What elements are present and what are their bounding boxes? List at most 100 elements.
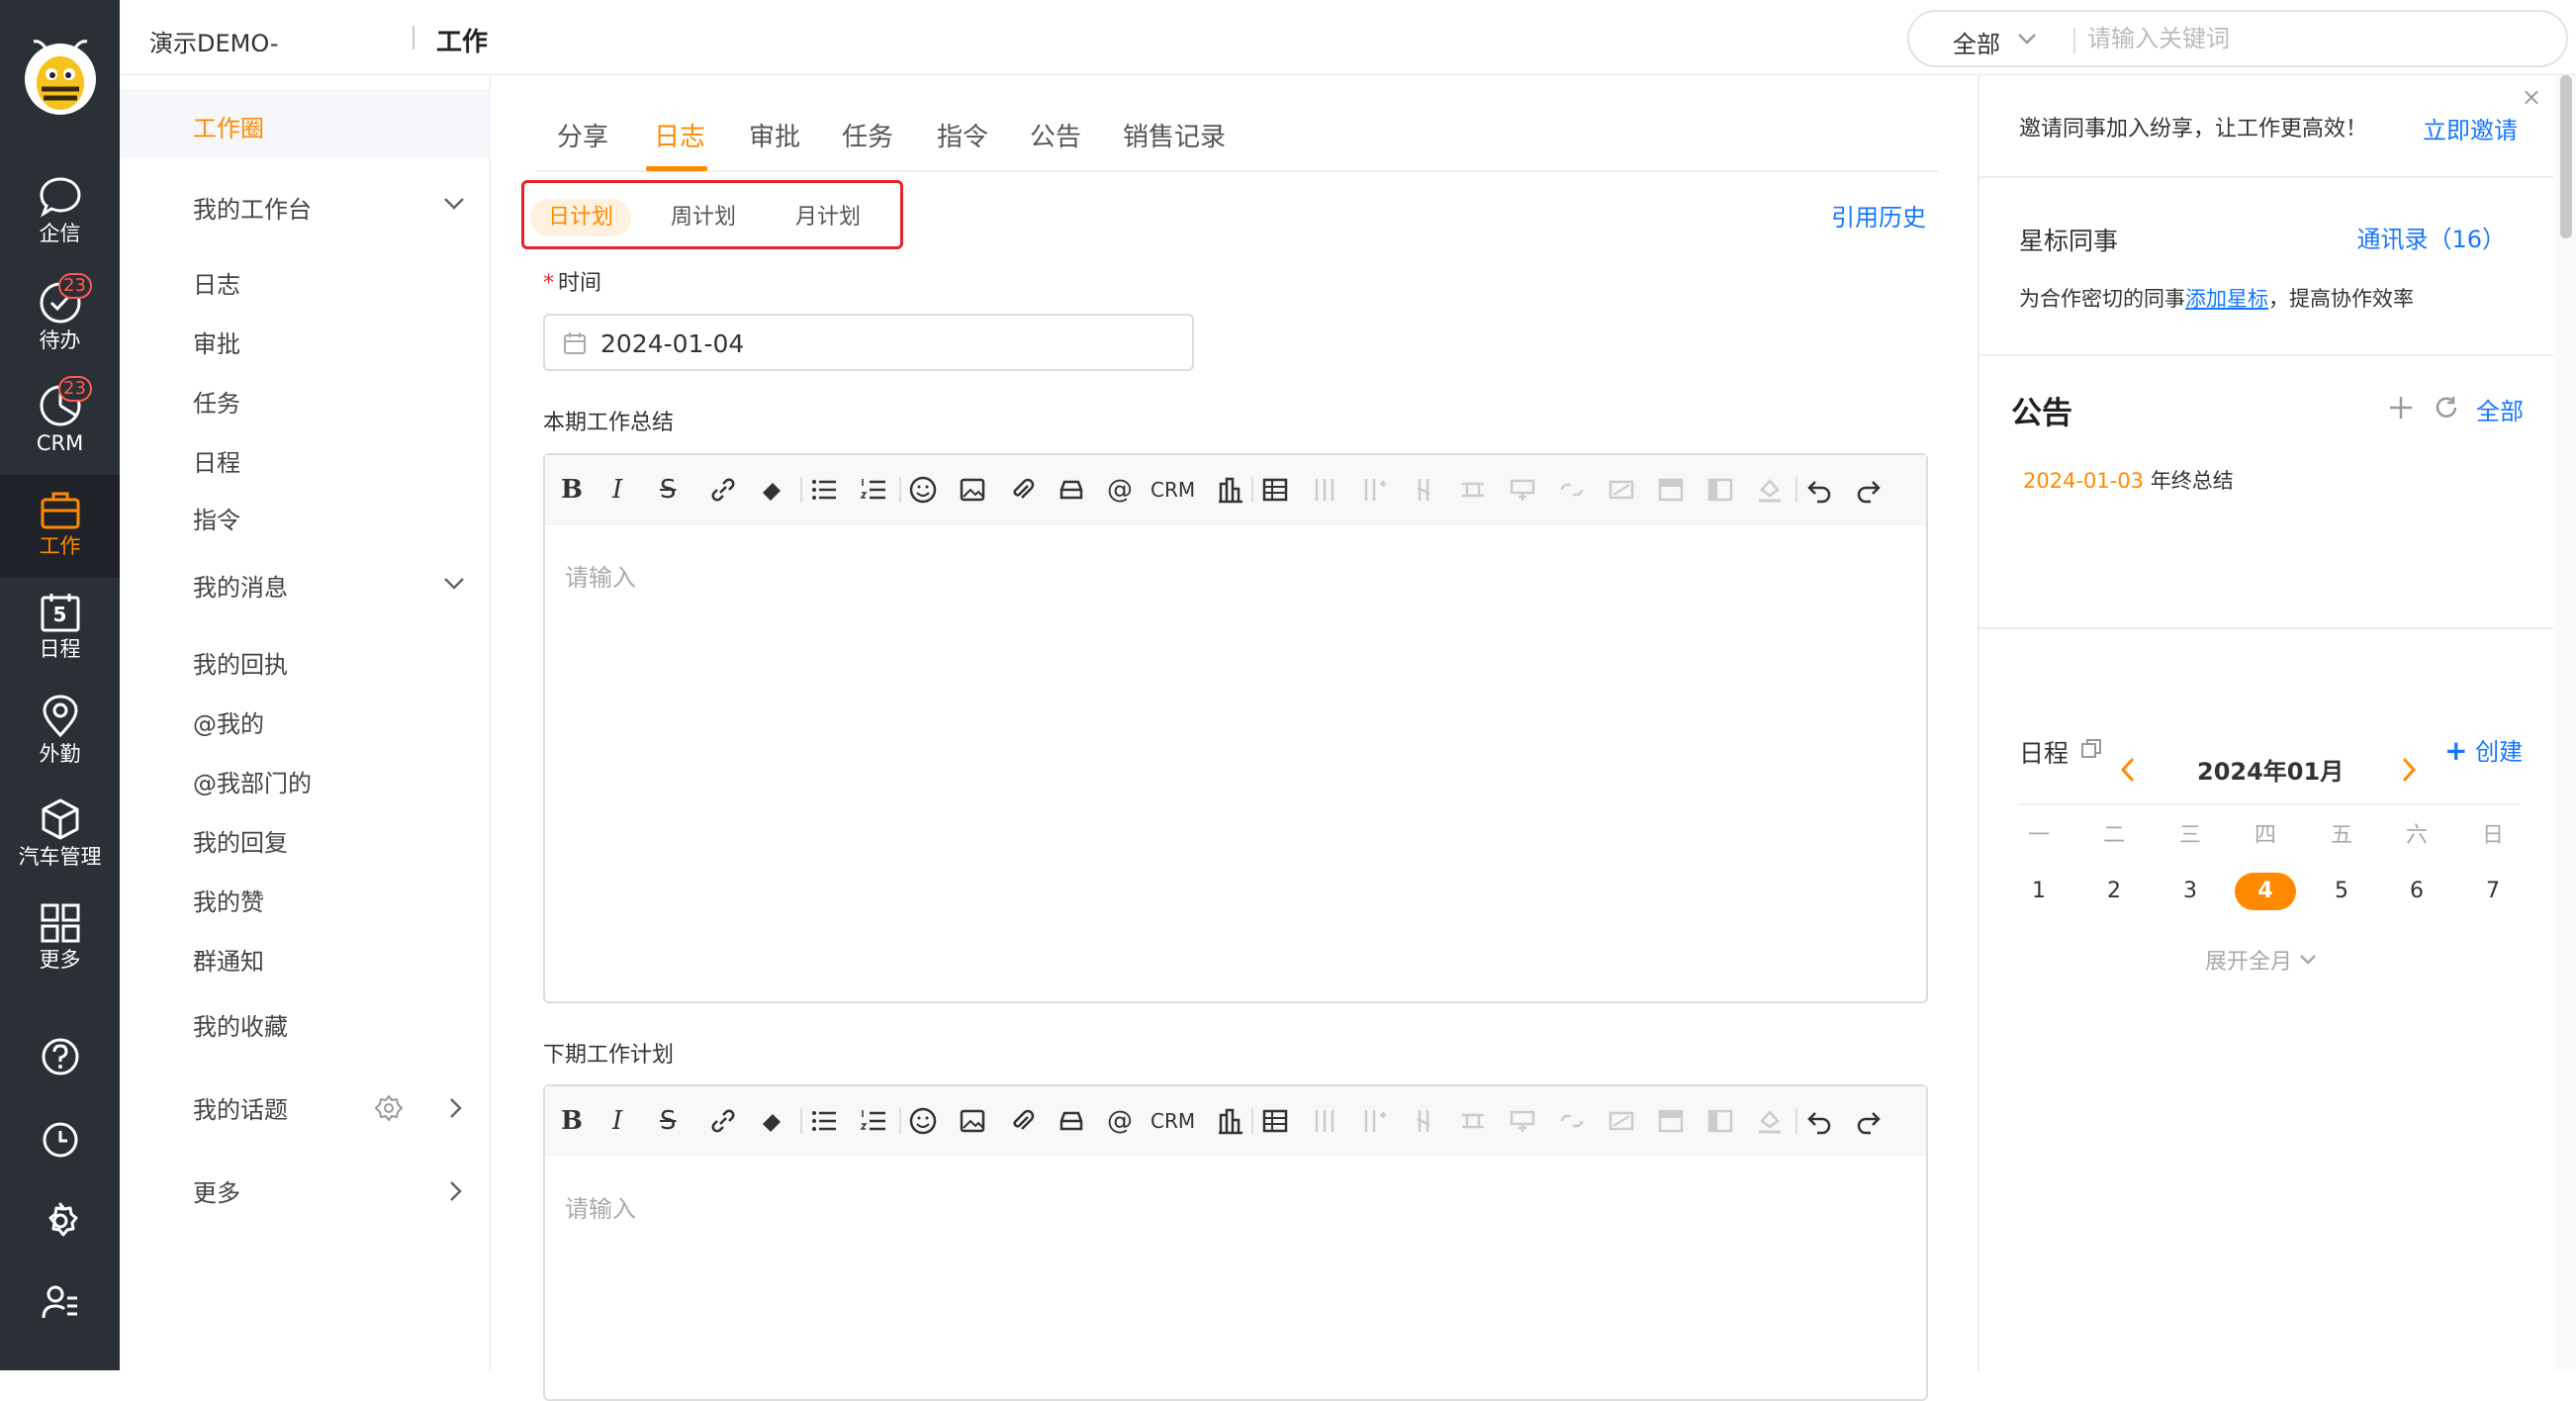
search-bar[interactable]: 全部 — [1907, 10, 2568, 67]
undo-icon[interactable] — [1805, 476, 1833, 504]
strikethrough-icon[interactable]: S — [660, 1106, 677, 1136]
plus-icon[interactable] — [2387, 394, 2415, 421]
calendar-day[interactable]: 6 — [2386, 873, 2447, 910]
italic-icon[interactable]: I — [612, 475, 622, 505]
chart-icon[interactable] — [1218, 476, 1243, 504]
link-icon[interactable] — [709, 476, 737, 504]
app-logo-icon[interactable] — [22, 36, 99, 117]
rail-item-chat[interactable]: 企信 — [0, 176, 120, 245]
mention-icon[interactable]: @ — [1107, 475, 1133, 505]
calendar-day[interactable]: 2 — [2083, 873, 2145, 910]
tab-instruction[interactable]: 指令 — [937, 117, 988, 153]
link-icon[interactable] — [709, 1107, 737, 1135]
nav-group-my-messages[interactable]: 我的消息 — [193, 568, 288, 603]
nav-item-more[interactable]: 更多 — [193, 1173, 240, 1208]
nav-item-work-circle[interactable]: 工作圈 — [120, 89, 491, 158]
eraser-icon[interactable] — [759, 476, 786, 504]
next-plan-editor[interactable]: B I S @ CRM 请输入 — [543, 1084, 1928, 1401]
nav-item-likes[interactable]: 我的赞 — [193, 883, 264, 917]
close-icon[interactable]: × — [2522, 83, 2541, 111]
tab-task[interactable]: 任务 — [842, 117, 893, 153]
chevron-down-icon[interactable] — [2016, 32, 2038, 46]
scrollbar[interactable] — [2555, 75, 2576, 1370]
rail-item-car[interactable]: 汽车管理 — [0, 797, 120, 869]
user-list-icon[interactable] — [41, 1282, 80, 1322]
strikethrough-icon[interactable]: S — [660, 475, 677, 505]
contacts-link[interactable]: 通讯录（16） — [2356, 220, 2506, 254]
table-icon[interactable] — [1261, 476, 1289, 504]
eraser-icon[interactable] — [759, 1107, 786, 1135]
clock-icon[interactable] — [41, 1120, 80, 1160]
bold-icon[interactable]: B — [561, 1106, 583, 1136]
settings-icon[interactable] — [41, 1201, 80, 1241]
tab-notice[interactable]: 公告 — [1030, 117, 1081, 153]
rail-item-more[interactable]: 更多 — [0, 902, 120, 972]
crm-icon[interactable]: CRM — [1150, 476, 1195, 504]
nav-item-schedule[interactable]: 日程 — [193, 443, 240, 478]
plan-daily-button[interactable]: 日计划 — [530, 199, 632, 236]
calendar-day[interactable]: 1 — [2008, 873, 2070, 910]
chevron-down-icon[interactable] — [442, 576, 466, 592]
chevron-right-icon[interactable] — [448, 1096, 464, 1120]
nav-item-group-notice[interactable]: 群通知 — [193, 942, 264, 977]
nav-item-dept-mentions[interactable]: @我部门的 — [193, 764, 312, 798]
tab-share[interactable]: 分享 — [557, 117, 608, 153]
rail-item-todo[interactable]: 23 待办 — [0, 273, 120, 352]
attachment-icon[interactable] — [1008, 476, 1036, 504]
nav-item-topics[interactable]: 我的话题 — [193, 1090, 288, 1125]
attachment-icon[interactable] — [1008, 1107, 1036, 1135]
tab-sales-record[interactable]: 销售记录 — [1123, 117, 1226, 153]
image-icon[interactable] — [959, 1107, 986, 1135]
rail-item-schedule[interactable]: 5 日程 — [0, 592, 120, 661]
nav-group-my-workbench[interactable]: 我的工作台 — [193, 190, 312, 225]
storage-icon[interactable] — [1058, 1107, 1085, 1135]
nav-item-receipts[interactable]: 我的回执 — [193, 645, 288, 680]
crm-icon[interactable]: CRM — [1150, 1107, 1195, 1135]
add-star-link[interactable]: 添加星标 — [2185, 287, 2268, 311]
rail-item-work[interactable]: 工作 — [0, 475, 120, 578]
calendar-day[interactable]: 5 — [2311, 873, 2372, 910]
undo-icon[interactable] — [1805, 1107, 1833, 1135]
chevron-down-icon[interactable] — [442, 196, 466, 212]
calendar-day[interactable]: 3 — [2160, 873, 2221, 910]
chart-icon[interactable] — [1218, 1107, 1243, 1135]
create-schedule-link[interactable]: + 创建 — [2444, 732, 2523, 767]
chevron-left-icon[interactable] — [2118, 756, 2138, 784]
calendar-day[interactable]: 7 — [2462, 873, 2524, 910]
nav-item-replies[interactable]: 我的回复 — [193, 823, 288, 858]
nav-item-task[interactable]: 任务 — [193, 384, 240, 419]
tab-approval[interactable]: 审批 — [749, 117, 800, 153]
numbered-list-icon[interactable] — [860, 1107, 887, 1135]
mention-icon[interactable]: @ — [1107, 1106, 1133, 1136]
bullet-list-icon[interactable] — [810, 476, 838, 504]
nav-item-instruction[interactable]: 指令 — [193, 501, 240, 535]
table-icon[interactable] — [1261, 1107, 1289, 1135]
scrollbar-thumb[interactable] — [2560, 75, 2572, 238]
chevron-right-icon[interactable] — [448, 1179, 464, 1203]
settings-icon[interactable] — [375, 1094, 403, 1122]
redo-icon[interactable] — [1855, 476, 1883, 504]
notice-item[interactable]: 2024-01-03 年终总结 — [2023, 465, 2234, 495]
help-icon[interactable] — [41, 1037, 80, 1076]
rail-item-field[interactable]: 外勤 — [0, 695, 120, 766]
tab-log[interactable]: 日志 — [654, 117, 705, 153]
date-field[interactable]: 2024-01-04 — [543, 314, 1194, 371]
search-scope-select[interactable]: 全部 — [1953, 25, 2000, 59]
copy-icon[interactable] — [2080, 738, 2102, 760]
history-link[interactable]: 引用历史 — [1831, 198, 1926, 233]
nav-item-mentions[interactable]: @我的 — [193, 704, 264, 739]
nav-item-log[interactable]: 日志 — [193, 265, 240, 300]
plan-weekly-button[interactable]: 周计划 — [653, 199, 754, 236]
nav-item-approval[interactable]: 审批 — [193, 325, 240, 359]
invite-now-link[interactable]: 立即邀请 — [2423, 111, 2518, 145]
search-input[interactable] — [2087, 22, 2542, 57]
emoji-icon[interactable] — [909, 1107, 937, 1135]
redo-icon[interactable] — [1855, 1107, 1883, 1135]
nav-item-favorites[interactable]: 我的收藏 — [193, 1007, 288, 1042]
bullet-list-icon[interactable] — [810, 1107, 838, 1135]
italic-icon[interactable]: I — [612, 1106, 622, 1136]
emoji-icon[interactable] — [909, 476, 937, 504]
calendar-day-today[interactable]: 4 — [2235, 873, 2296, 910]
summary-editor[interactable]: B I S @ CRM 请输入 — [543, 453, 1928, 1003]
numbered-list-icon[interactable] — [860, 476, 887, 504]
